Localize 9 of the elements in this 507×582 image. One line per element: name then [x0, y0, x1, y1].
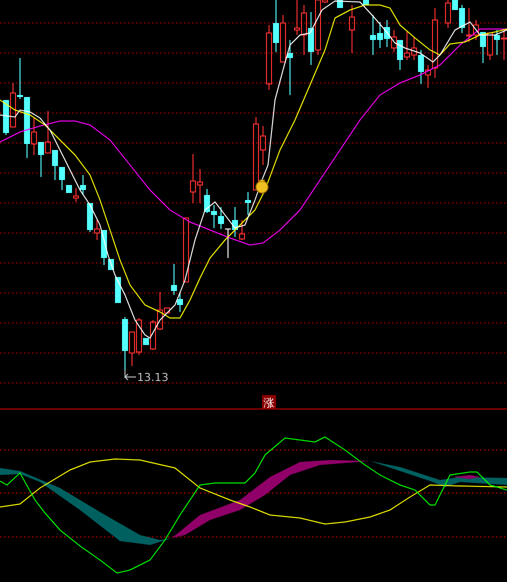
rise-badge: 涨 — [262, 395, 276, 410]
candlestick — [349, 4, 355, 54]
money-bag-icon — [256, 180, 268, 194]
low-price-label: 13.13 — [137, 371, 168, 384]
candlestick — [363, 0, 369, 6]
candlestick — [115, 276, 121, 304]
candlestick — [183, 218, 189, 282]
leader-line — [124, 370, 136, 380]
candlestick — [245, 192, 251, 216]
